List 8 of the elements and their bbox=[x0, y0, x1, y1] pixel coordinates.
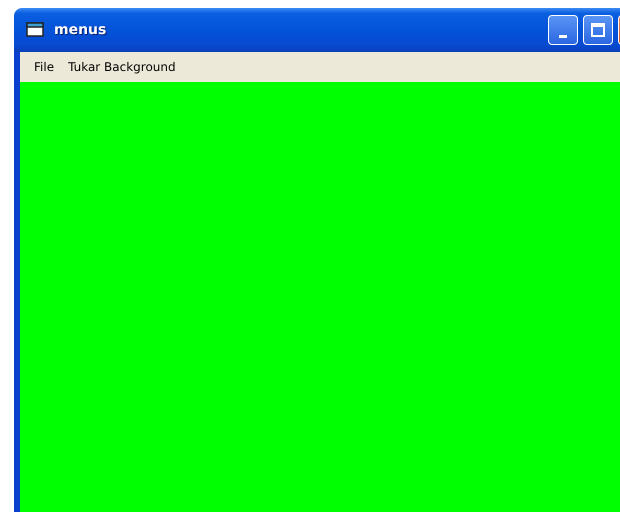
window-title: menus bbox=[54, 22, 106, 38]
minimize-button[interactable] bbox=[548, 15, 578, 45]
maximize-icon bbox=[590, 22, 606, 38]
menu-item[interactable]: Tukar Background bbox=[62, 58, 182, 76]
menu-item[interactable]: File bbox=[28, 58, 60, 76]
window-icon bbox=[26, 21, 46, 39]
minimize-icon bbox=[559, 34, 567, 38]
maximize-button[interactable] bbox=[583, 15, 613, 45]
